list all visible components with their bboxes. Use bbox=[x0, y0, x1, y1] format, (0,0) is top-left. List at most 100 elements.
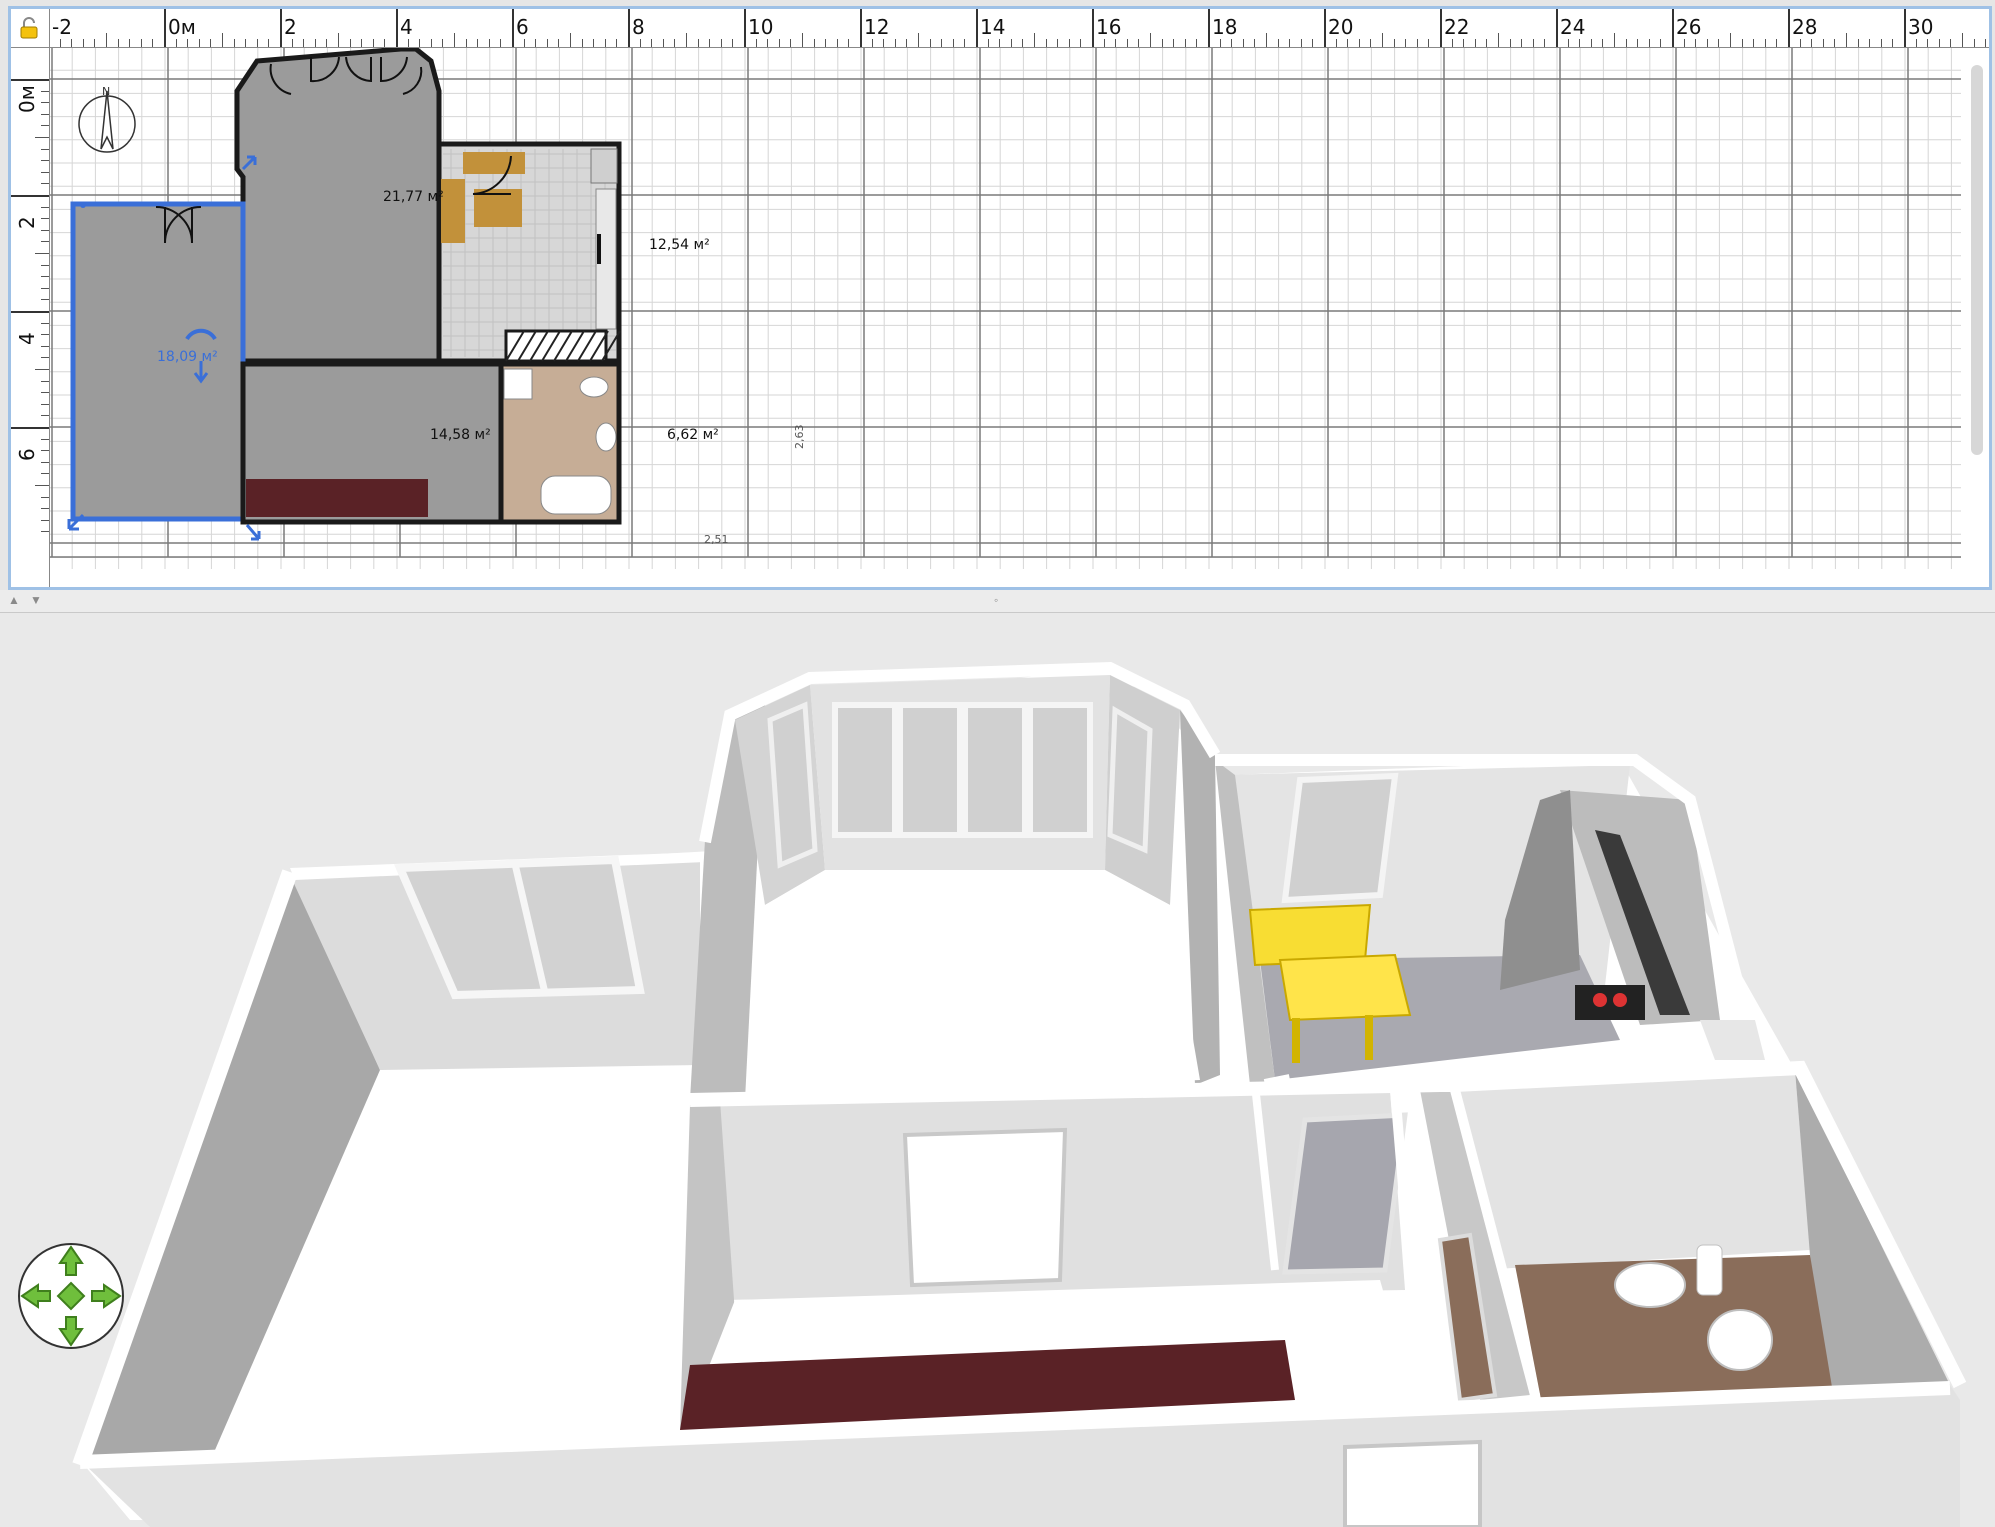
ruler-top-minor-tick bbox=[1637, 39, 1639, 47]
ruler-top-minor-tick bbox=[767, 39, 769, 47]
room-living-area-label: 21,77 м² bbox=[383, 189, 444, 205]
ruler-top-label: 14 bbox=[980, 15, 1006, 39]
ruler-top-minor-tick bbox=[1242, 39, 1244, 47]
ruler-top-minor-tick bbox=[941, 39, 943, 47]
lock-icon[interactable] bbox=[18, 17, 40, 39]
ruler-top-minor-tick bbox=[813, 39, 815, 47]
collapse-up-arrow-icon[interactable]: ▲ bbox=[8, 593, 20, 607]
ruler-top-minor-tick bbox=[1892, 39, 1894, 47]
bay-window-2 bbox=[897, 702, 963, 838]
navigation-arrows-icon[interactable] bbox=[16, 1241, 126, 1351]
bay-side-window-left bbox=[767, 701, 818, 869]
kitchen-chair bbox=[441, 179, 465, 243]
vertical-ruler: 0м 2 4 6 bbox=[11, 9, 50, 587]
ruler-top-minor-tick bbox=[1416, 39, 1418, 47]
ruler-top-minor-tick bbox=[256, 39, 258, 47]
ruler-top-minor-tick bbox=[1915, 39, 1917, 47]
ruler-top-minor-tick bbox=[268, 39, 270, 47]
ruler-top-minor-tick bbox=[1799, 39, 1801, 47]
compass-north-label: N bbox=[102, 85, 110, 98]
ruler-top-minor-tick bbox=[1451, 39, 1453, 47]
ruler-top-minor-tick bbox=[535, 39, 537, 47]
ruler-top-minor-tick bbox=[1973, 39, 1975, 47]
ruler-top-minor-tick bbox=[1382, 33, 1383, 47]
ruler-top-minor-tick bbox=[1474, 39, 1476, 47]
horizontal-ruler: -2 0м 2 4 6 8 10 12 14 16 18 20 22 24 26 28 30 bbox=[11, 9, 1989, 48]
ruler-top-minor-tick bbox=[1231, 39, 1233, 47]
ruler-top-minor-tick bbox=[987, 39, 989, 47]
bay-window-4 bbox=[1027, 702, 1093, 838]
ruler-top-minor-tick bbox=[1741, 39, 1743, 47]
ruler-top-minor-tick bbox=[1126, 39, 1128, 47]
ruler-top-minor-tick bbox=[1579, 39, 1581, 47]
ruler-top-minor-tick bbox=[338, 33, 339, 47]
ruler-top-label: 18 bbox=[1212, 15, 1238, 39]
ruler-top-minor-tick bbox=[604, 39, 606, 47]
plan-view[interactable]: 18,09 м² 21,77 м² 12,54 м² 14,58 м² 6,62 м² N… bbox=[8, 6, 1992, 590]
ruler-top-minor-tick bbox=[802, 33, 803, 47]
view-splitter[interactable]: ▲ ▼ ◦ bbox=[0, 590, 1995, 613]
ruler-top-minor-tick bbox=[1057, 39, 1059, 47]
ruler-left-minor-tick bbox=[41, 241, 49, 243]
ruler-left-minor-tick bbox=[41, 508, 49, 510]
ruler-top-tick bbox=[628, 9, 630, 47]
ruler-top-minor-tick bbox=[1938, 39, 1940, 47]
ruler-top-minor-tick bbox=[1300, 39, 1302, 47]
ruler-left-minor-tick bbox=[35, 369, 49, 370]
ruler-top-minor-tick bbox=[1718, 39, 1720, 47]
bathroom-sink bbox=[595, 422, 617, 452]
ruler-top-minor-tick bbox=[616, 39, 618, 47]
bay-window-1 bbox=[832, 702, 898, 838]
ruler-top-minor-tick bbox=[1289, 39, 1291, 47]
room-living bbox=[234, 46, 442, 364]
ruler-top-minor-tick bbox=[210, 39, 212, 47]
ruler-top-minor-tick bbox=[106, 33, 107, 47]
ruler-left-minor-tick bbox=[41, 171, 49, 173]
ruler-top-minor-tick bbox=[1521, 39, 1523, 47]
ruler-top-minor-tick bbox=[454, 33, 455, 47]
ruler-top-minor-tick bbox=[1846, 33, 1847, 47]
splitter-grip-icon[interactable]: ◦ bbox=[994, 593, 998, 607]
hall-carpet bbox=[246, 479, 428, 517]
ruler-top-minor-tick bbox=[1567, 39, 1569, 47]
ruler-top-minor-tick bbox=[1985, 39, 1987, 47]
3d-scene[interactable] bbox=[0, 613, 1995, 1527]
ruler-top-minor-tick bbox=[94, 39, 96, 47]
ruler-top-minor-tick bbox=[593, 39, 595, 47]
ruler-top-minor-tick bbox=[1544, 39, 1546, 47]
ruler-top-minor-tick bbox=[1590, 39, 1592, 47]
3d-view[interactable] bbox=[0, 613, 1995, 1527]
ruler-top-minor-tick bbox=[500, 39, 502, 47]
hall-doorway-tiles bbox=[1282, 1112, 1408, 1275]
ruler-top-minor-tick bbox=[964, 39, 966, 47]
ruler-top-minor-tick bbox=[906, 39, 908, 47]
ruler-top-minor-tick bbox=[233, 39, 235, 47]
ruler-top-minor-tick bbox=[129, 39, 131, 47]
ruler-top-minor-tick bbox=[581, 39, 583, 47]
ruler-left-minor-tick bbox=[41, 276, 49, 278]
ruler-top-tick bbox=[1672, 9, 1674, 47]
ruler-top-tick bbox=[1788, 9, 1790, 47]
ruler-top-tick bbox=[1324, 9, 1326, 47]
ruler-top-minor-tick bbox=[1648, 39, 1650, 47]
bay-side-window-right bbox=[1107, 705, 1153, 854]
ruler-left-minor-tick bbox=[35, 137, 49, 138]
ruler-top-minor-tick bbox=[732, 39, 734, 47]
ruler-top-minor-tick bbox=[1219, 39, 1221, 47]
ruler-top-minor-tick bbox=[117, 39, 119, 47]
plan-grid-canvas[interactable]: 18,09 м² 21,77 м² 12,54 м² 14,58 м² 6,62 м² N… bbox=[11, 9, 1992, 590]
ruler-left-tick bbox=[11, 427, 49, 429]
ruler-top-minor-tick bbox=[372, 39, 374, 47]
hall-door-window bbox=[902, 1127, 1068, 1288]
ruler-left-minor-tick bbox=[41, 392, 49, 394]
ruler-left-tick bbox=[11, 79, 49, 81]
ruler-top-minor-tick bbox=[1695, 39, 1697, 47]
ruler-top-minor-tick bbox=[1103, 39, 1105, 47]
ruler-top-minor-tick bbox=[1811, 39, 1813, 47]
ruler-top-minor-tick bbox=[465, 39, 467, 47]
ruler-top-minor-tick bbox=[720, 39, 722, 47]
collapse-down-arrow-icon[interactable]: ▼ bbox=[30, 593, 42, 607]
ruler-left-minor-tick bbox=[41, 183, 49, 185]
plan-vertical-scrollbar[interactable] bbox=[1971, 65, 1983, 455]
ruler-top-minor-tick bbox=[1010, 39, 1012, 47]
